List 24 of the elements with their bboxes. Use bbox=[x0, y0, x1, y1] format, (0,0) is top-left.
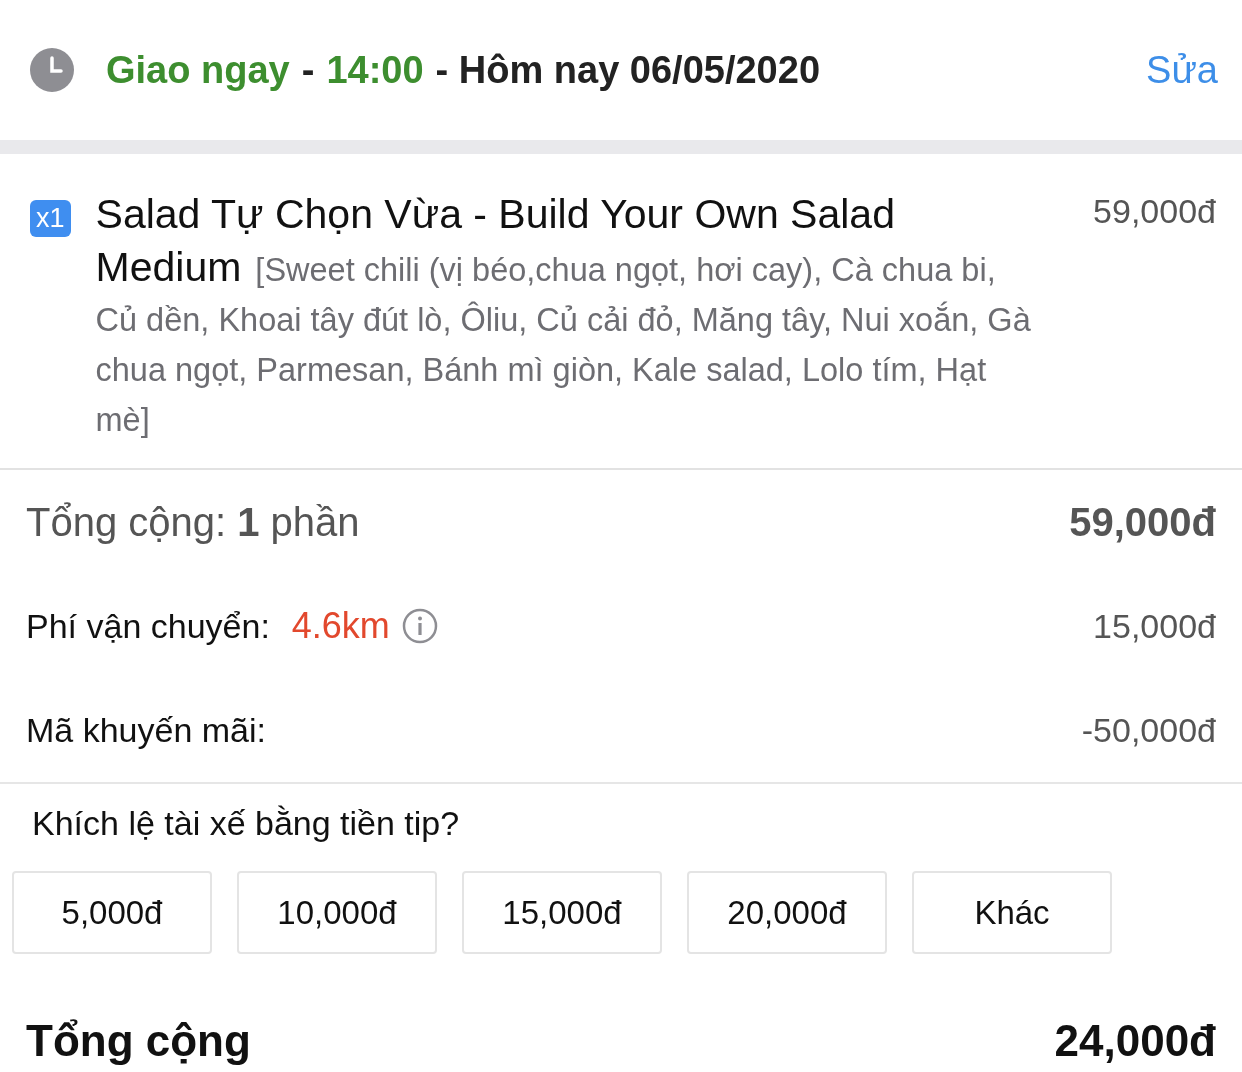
total-value: 24,000đ bbox=[1054, 1016, 1216, 1066]
clock-icon bbox=[30, 48, 74, 92]
delivery-time-text: - Hôm nay 06/05/2020 bbox=[435, 48, 820, 92]
summary-label: Tổng cộng: 1 phần bbox=[26, 499, 360, 545]
distance-text: 4.6km bbox=[291, 605, 390, 647]
summary-label: Phí vận chuyển: bbox=[26, 606, 270, 646]
tip-option[interactable]: 20,000đ bbox=[687, 871, 887, 954]
tip-option[interactable]: Khác bbox=[912, 871, 1112, 954]
info-icon[interactable] bbox=[401, 608, 438, 644]
summary-value: 59,000đ bbox=[1069, 499, 1216, 545]
summary-label: Mã khuyến mãi: bbox=[26, 710, 266, 750]
tip-option[interactable]: 15,000đ bbox=[462, 871, 662, 954]
delivery-time-text: - bbox=[301, 48, 315, 92]
item-description: Salad Tự Chọn Vừa - Build Your Own Salad Medium [Sweet chili (vị béo,chua ngọt, hơi cay), Cà chua bi, Củ dền, Khoai tây đút lò, Ôliu, Củ cải đỏ, Măng tây, Nui xoắn, Gà chua ngọt, Parmesan, Bánh mì giòn, Kale salad, Lolo tím, Hạt mè] bbox=[95, 192, 1032, 440]
delivery-time-text: Giao ngay bbox=[106, 48, 290, 92]
tip-question: Khích lệ tài xế bằng tiền tip? bbox=[31, 804, 461, 843]
item-price: 59,000đ bbox=[1093, 192, 1216, 231]
quantity-badge: x1 bbox=[30, 200, 71, 237]
summary-value: -50,000đ bbox=[1081, 710, 1216, 750]
summary-value: 15,000đ bbox=[1093, 606, 1216, 646]
total-label: Tổng cộng bbox=[26, 1016, 251, 1066]
delivery-time-text: 14:00 bbox=[326, 48, 424, 92]
tip-option[interactable]: 10,000đ bbox=[237, 871, 437, 954]
tip-option[interactable]: 5,000đ bbox=[12, 871, 212, 954]
